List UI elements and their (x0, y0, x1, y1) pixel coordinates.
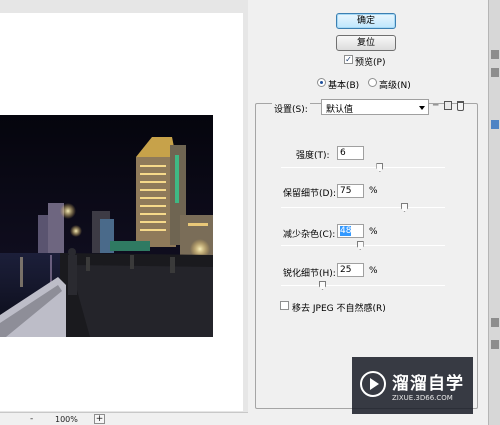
reduce-color-noise-unit: % (369, 227, 378, 237)
settings-dropdown-value: 默认值 (326, 105, 354, 115)
mode-advanced-label: 高级(N) (379, 81, 411, 91)
reduce-color-noise-value: 48 (340, 226, 352, 236)
sharpen-details-unit: % (369, 266, 378, 276)
watermark-name: 溜溜自学 (392, 374, 464, 394)
zoom-bar: - 100% + (0, 412, 248, 425)
zoom-out-button[interactable]: - (30, 414, 33, 424)
remove-jpeg-artifact-checkbox[interactable] (280, 301, 289, 310)
preserve-details-input[interactable]: 75 (337, 184, 364, 198)
watermark-url: ZIXUE.3D66.COM (392, 394, 453, 402)
preview-image[interactable] (0, 115, 213, 337)
zoom-in-button[interactable]: + (94, 414, 105, 424)
sharpen-details-slider-track[interactable] (281, 285, 445, 286)
preserve-details-slider-track[interactable] (281, 207, 445, 208)
zoom-level: 100% (55, 415, 78, 424)
chevron-down-icon (419, 106, 425, 110)
watermark-logo: 溜溜自学 ZIXUE.3D66.COM (352, 357, 473, 414)
remove-jpeg-artifact-label: 移去 JPEG 不自然感(R) (292, 304, 386, 314)
settings-menu-icon[interactable]: ─ (433, 101, 442, 111)
panel-tab-icon[interactable] (491, 318, 499, 327)
preview-area (0, 0, 248, 412)
delete-settings-icon[interactable] (457, 101, 464, 111)
reset-button[interactable]: 复位 (336, 35, 396, 51)
mode-advanced-radio[interactable] (368, 78, 377, 87)
ok-button[interactable]: 确定 (336, 13, 396, 29)
panel-tab-icon[interactable] (491, 340, 499, 349)
preview-checkbox[interactable]: ✓ (344, 55, 353, 64)
mode-basic-radio[interactable] (317, 78, 326, 87)
strength-label: 强度(T): (296, 151, 330, 161)
sharpen-details-input[interactable]: 25 (337, 263, 364, 277)
panel-tab-icon[interactable] (491, 68, 499, 77)
preview-canvas[interactable] (0, 13, 243, 411)
preserve-details-label: 保留细节(D): (283, 189, 336, 199)
settings-label: 设置(S): (272, 102, 310, 115)
save-settings-icon[interactable] (444, 101, 452, 110)
play-icon (360, 371, 386, 397)
side-panel-strip (488, 0, 500, 425)
panel-tab-icon[interactable] (491, 50, 499, 59)
mode-basic-label: 基本(B) (328, 81, 360, 91)
settings-dropdown[interactable]: 默认值 (321, 99, 429, 115)
preview-label: 预览(P) (355, 58, 386, 68)
reduce-color-noise-input[interactable]: 48 (337, 224, 364, 238)
sharpen-details-label: 锐化细节(H): (283, 269, 336, 279)
preserve-details-unit: % (369, 186, 378, 196)
panel-tab-icon[interactable] (491, 120, 499, 129)
reduce-color-noise-label: 减少杂色(C): (283, 230, 336, 240)
strength-input[interactable]: 6 (337, 146, 364, 160)
strength-slider-track[interactable] (281, 167, 445, 168)
